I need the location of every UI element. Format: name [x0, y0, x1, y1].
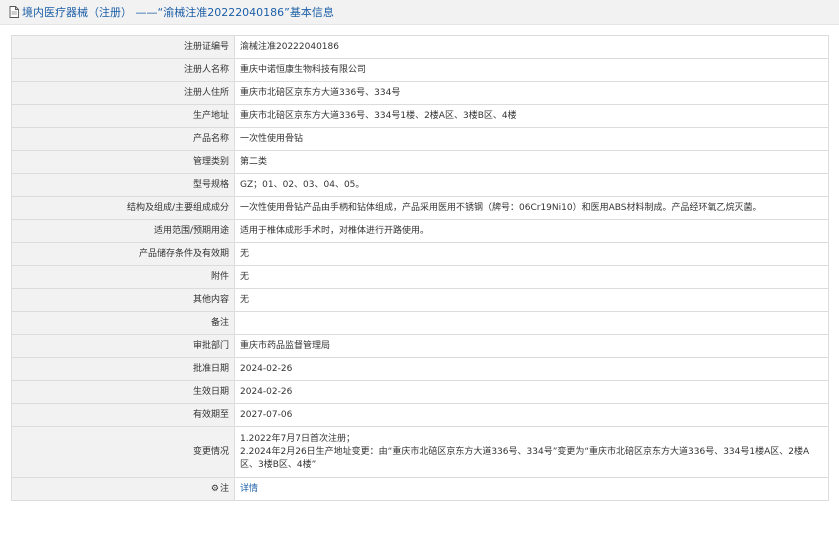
- table-row: 其他内容无: [11, 288, 829, 312]
- row-value: 无: [234, 288, 829, 312]
- table-row: 审批部门 重庆市药品监督管理局: [11, 334, 829, 358]
- table-row: 适用范围/预期用途 适用于椎体成形手术时，对椎体进行开路使用。: [11, 219, 829, 243]
- table-row: 管理类别 第二类: [11, 150, 829, 174]
- row-label: 批准日期: [11, 357, 235, 381]
- change-history-line: 2.2024年2月26日生产地址变更：由“重庆市北碚区京东方大道336号、334…: [240, 446, 810, 470]
- row-label: 产品名称: [11, 127, 235, 151]
- row-label: 注册人名称: [11, 58, 235, 82]
- table-row: 型号规格 GZ；01、02、03、04、05。: [11, 173, 829, 197]
- page-title: 境内医疗器械（注册） ——“渝械注准20222040186”基本信息: [22, 6, 334, 19]
- table-row: 备注: [11, 311, 829, 335]
- note-label: 注: [219, 483, 229, 494]
- row-label: 结构及组成/主要组成成分: [11, 196, 235, 220]
- row-value: GZ；01、02、03、04、05。: [234, 173, 829, 197]
- row-label: 注册证编号: [11, 35, 235, 59]
- row-value: 一次性使用骨钻: [234, 127, 829, 151]
- change-history-line: 1.2022年7月7日首次注册；: [240, 433, 355, 444]
- row-label: ⚙注: [11, 477, 235, 501]
- row-label: 生效日期: [11, 380, 235, 404]
- row-label: 注册人住所: [11, 81, 235, 105]
- detail-link[interactable]: 详情: [240, 484, 258, 494]
- row-value: 2027-07-06: [234, 403, 829, 427]
- gear-icon: ⚙: [210, 483, 219, 494]
- row-value: 重庆市北碚区京东方大道336号、334号1楼、2楼A区、3楼B区、4楼: [234, 104, 829, 128]
- table-row: 注册人名称 重庆中诺恒康生物科技有限公司: [11, 58, 829, 82]
- page-header: 境内医疗器械（注册） ——“渝械注准20222040186”基本信息: [0, 0, 839, 25]
- row-label: 管理类别: [11, 150, 235, 174]
- row-label: 审批部门: [11, 334, 235, 358]
- row-label: 生产地址: [11, 104, 235, 128]
- document-icon: [9, 6, 19, 18]
- table-row: 产品名称 一次性使用骨钻: [11, 127, 829, 151]
- row-label: 有效期至: [11, 403, 235, 427]
- table-row: 结构及组成/主要组成成分 一次性使用骨钻产品由手柄和钻体组成，产品采用医用不锈钢（…: [11, 196, 829, 220]
- row-label: 适用范围/预期用途: [11, 219, 235, 243]
- table-row: 生产地址 重庆市北碚区京东方大道336号、334号1楼、2楼A区、3楼B区、4楼: [11, 104, 829, 128]
- row-value: 无: [234, 242, 829, 266]
- row-label: 变更情况: [11, 426, 235, 478]
- change-history-value: 1.2022年7月7日首次注册； 2.2024年2月26日生产地址变更：由“重庆市…: [234, 426, 829, 478]
- table-row: 附件无: [11, 265, 829, 289]
- table-row-note: ⚙注 详情: [11, 477, 829, 501]
- row-label: 其他内容: [11, 288, 235, 312]
- row-value: 渝械注准20222040186: [234, 35, 829, 59]
- row-value: 详情: [234, 477, 829, 501]
- table-row: 有效期至 2027-07-06: [11, 403, 829, 427]
- row-label: 型号规格: [11, 173, 235, 197]
- table-row-change-history: 变更情况 1.2022年7月7日首次注册； 2.2024年2月26日生产地址变更：由…: [11, 426, 829, 478]
- row-value: [234, 311, 829, 335]
- table-row: 注册证编号 渝械注准20222040186: [11, 35, 829, 59]
- row-value: 第二类: [234, 150, 829, 174]
- row-value: 无: [234, 265, 829, 289]
- table-row: 批准日期 2024-02-26: [11, 357, 829, 381]
- row-value: 2024-02-26: [234, 380, 829, 404]
- info-table: 注册证编号 渝械注准20222040186 注册人名称 重庆中诺恒康生物科技有限公司注…: [11, 35, 829, 501]
- row-value: 重庆市药品监督管理局: [234, 334, 829, 358]
- row-label: 备注: [11, 311, 235, 335]
- row-value: 一次性使用骨钻产品由手柄和钻体组成，产品采用医用不锈钢（牌号：06Cr19Ni1…: [234, 196, 829, 220]
- row-label: 附件: [11, 265, 235, 289]
- row-value: 2024-02-26: [234, 357, 829, 381]
- table-row: 注册人住所 重庆市北碚区京东方大道336号、334号: [11, 81, 829, 105]
- row-value: 重庆市北碚区京东方大道336号、334号: [234, 81, 829, 105]
- table-row: 生效日期 2024-02-26: [11, 380, 829, 404]
- row-label: 产品储存条件及有效期: [11, 242, 235, 266]
- table-row: 产品储存条件及有效期无: [11, 242, 829, 266]
- row-value: 重庆中诺恒康生物科技有限公司: [234, 58, 829, 82]
- row-value: 适用于椎体成形手术时，对椎体进行开路使用。: [234, 219, 829, 243]
